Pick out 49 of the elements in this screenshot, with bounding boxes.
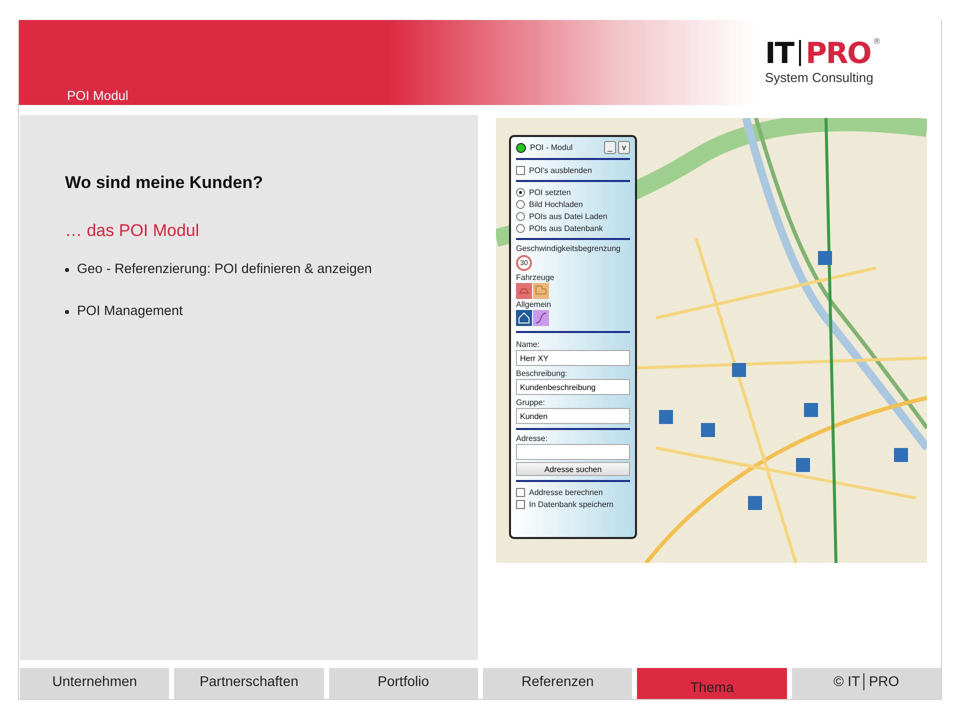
- checkbox[interactable]: [516, 500, 525, 508]
- radio-button[interactable]: [516, 212, 525, 220]
- nav-tab[interactable]: Unternehmen: [20, 668, 170, 699]
- slide-title: POI Modul: [67, 88, 128, 103]
- registered-mark: ®: [872, 38, 880, 46]
- checkbox-label: POI's ausblenden: [529, 166, 592, 174]
- radio-button[interactable]: [516, 224, 525, 232]
- section-label: Geschwindigkeitsbegrenzung: [516, 244, 622, 253]
- nav-tab[interactable]: Referenzen: [482, 668, 632, 699]
- search-button[interactable]: Adresse suchen: [516, 462, 630, 476]
- nav-tab[interactable]: Portfolio: [328, 668, 478, 699]
- input-field[interactable]: Kundenbeschreibung: [516, 379, 630, 395]
- radio-label: POIs aus Datenbank: [529, 224, 603, 232]
- bullet-icon: [65, 310, 69, 314]
- bullet-text: POI Management: [77, 303, 183, 318]
- curve-icon[interactable]: [533, 310, 549, 326]
- radio-button[interactable]: [516, 200, 525, 208]
- radio-label: POI setzten: [529, 188, 571, 196]
- field-label: Beschreibung:: [516, 369, 568, 378]
- slide-subheading: … das POI Modul: [65, 221, 200, 241]
- nav-tab[interactable]: Partnerschaften: [174, 668, 324, 699]
- input-field[interactable]: Herr XY: [516, 350, 630, 366]
- checkbox-label: In Datenbank speichern: [529, 500, 614, 508]
- radio-button[interactable]: [516, 188, 525, 196]
- address-field[interactable]: [516, 444, 630, 460]
- radio-label: POIs aus Datei Laden: [529, 212, 608, 220]
- section-label: Fahrzeuge: [516, 273, 556, 282]
- logo-tagline: System Consulting: [765, 70, 874, 85]
- status-light-icon: [516, 142, 526, 152]
- window-button[interactable]: _: [604, 141, 616, 154]
- bullet-text: Geo - Referenzierung: POI definieren & anzeigen: [77, 261, 372, 276]
- window-button[interactable]: v: [618, 141, 630, 154]
- checkbox-label: Addresse berechnen: [529, 488, 603, 496]
- logo-text: PRO: [806, 38, 871, 68]
- logo-divider: [798, 40, 801, 66]
- field-label: Name:: [516, 340, 541, 349]
- slide-heading: Wo sind meine Kunden?: [65, 173, 264, 193]
- field-label: Gruppe:: [516, 398, 546, 407]
- checkbox[interactable]: [516, 488, 525, 496]
- input-field[interactable]: Kunden: [516, 408, 630, 424]
- bullet-icon: [65, 268, 69, 272]
- logo-text: IT: [765, 38, 794, 68]
- field-label: Adresse:: [516, 434, 549, 443]
- house-icon[interactable]: [516, 310, 532, 326]
- panel-title: POI - Modul: [530, 143, 573, 152]
- checkbox[interactable]: [516, 166, 525, 174]
- radio-label: Bild Hochladen: [529, 200, 583, 208]
- section-label: Allgemein: [516, 300, 552, 309]
- nav-tab[interactable]: © IT│PRO: [792, 668, 941, 699]
